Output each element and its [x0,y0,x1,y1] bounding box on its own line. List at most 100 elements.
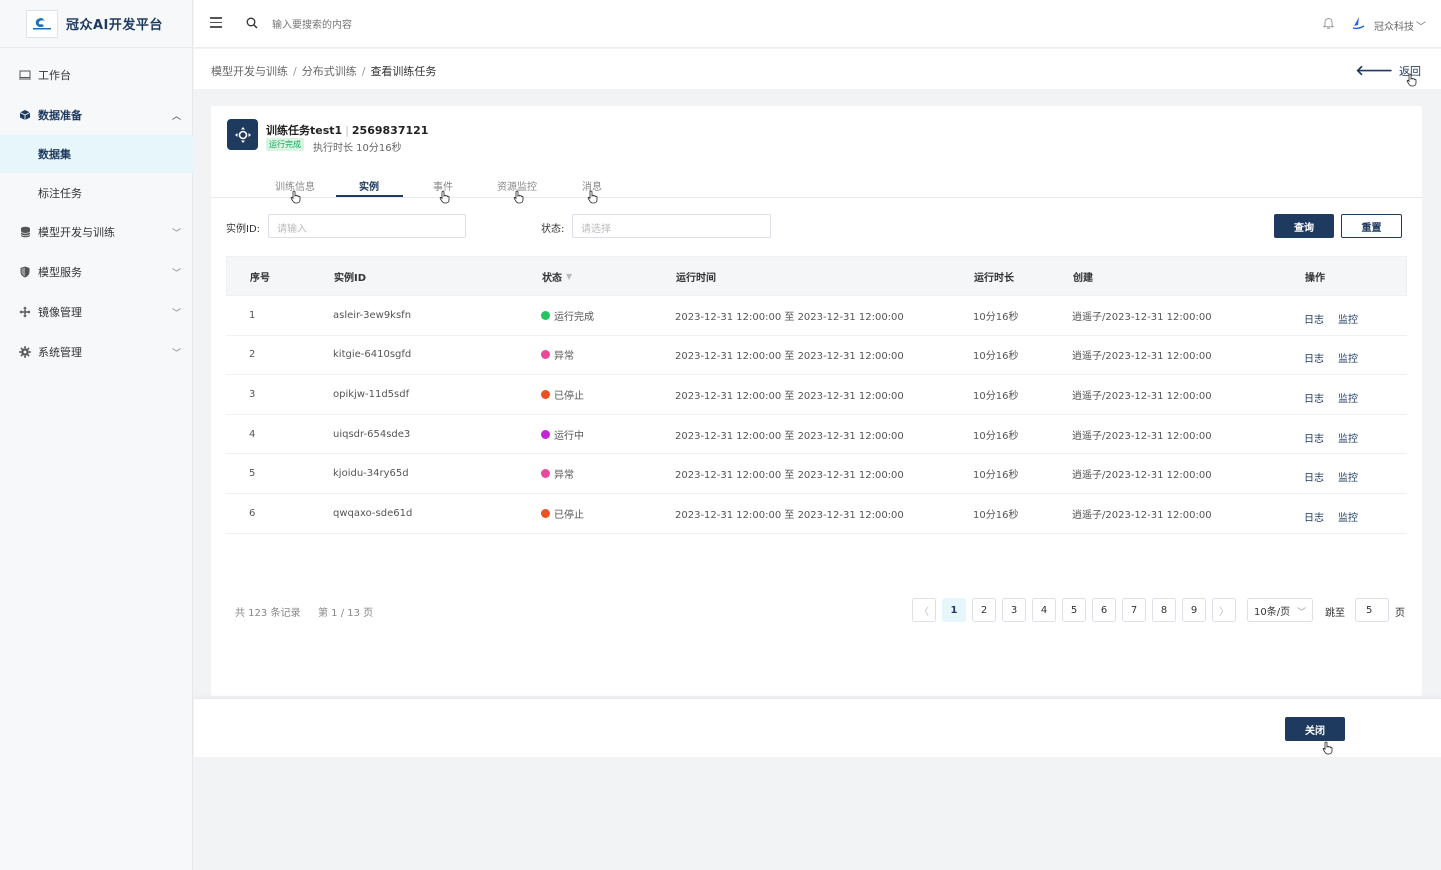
cell-no: 4 [249,428,256,440]
breadcrumb-item[interactable]: 分布式训练 [302,65,357,78]
tab-instances[interactable]: 实例 [359,178,379,193]
table-header: 序号 实例ID 状态 ▼ 运行时间 运行时长 创建 操作 [226,256,1407,296]
cell-status: 已停止 [541,506,675,521]
hand-cursor-icon [439,190,450,204]
log-link[interactable]: 日志 [1304,350,1324,365]
sidebar-item-label: 标注任务 [38,187,82,200]
page-button[interactable]: 2 [972,598,996,622]
breadcrumb-item[interactable]: 模型开发与训练 [211,65,288,78]
page-size-value: 10条/页 [1254,606,1291,618]
monitor-link[interactable]: 监控 [1338,350,1358,365]
monitor-link[interactable]: 监控 [1338,390,1358,405]
status-text: 异常 [554,351,574,363]
table-row: 1 asleir-3ew9ksfn 运行完成 2023-12-31 12:00:00 … [226,296,1407,336]
page-button[interactable]: 4 [1032,598,1056,622]
chevron-down-icon: ﹀ [171,229,181,239]
sidebar-item-workbench[interactable]: 工作台 [0,56,193,94]
chevron-up-icon: ︿ [171,112,181,122]
status-dot [541,508,550,518]
status-select[interactable]: 请选择 [572,214,771,238]
chevron-down-icon: ﹀ [1296,608,1306,618]
task-detail-panel: 训练任务test1 | 2569837121 运行完成 执行时长 10分16秒 训练… [211,106,1422,696]
chevron-down-icon: ﹀ [171,349,181,359]
sidebar-item-label: 数据准备 [38,109,82,122]
menu-toggle-icon[interactable] [210,17,222,29]
cell-run-time: 2023-12-31 12:00:00 至 2023-12-31 12:00:0… [675,509,904,521]
log-link[interactable]: 日志 [1304,430,1324,445]
page-button[interactable]: 3 [1002,598,1026,622]
sidebar-item-system[interactable]: 系统管理 ﹀ [0,333,193,371]
page-button[interactable]: 7 [1122,598,1146,622]
instance-id-input[interactable]: 请输入 [268,214,466,238]
cell-duration: 10分16秒 [973,470,1019,482]
cell-status: 异常 [541,347,675,362]
sidebar-item-data-prep[interactable]: 数据准备 ︿ [0,96,193,134]
sidebar: 冠众AI开发平台 工作台 数据准备 ︿ 数据集 标注任务 模型开发与训练 ﹀ 模… [0,0,193,870]
next-page-button[interactable]: 〉 [1212,598,1236,622]
search-input[interactable] [272,14,572,36]
table-row: 3 opikjw-11d5sdf 已停止 2023-12-31 12:00:00 至 … [226,375,1407,415]
cell-no: 3 [249,388,256,400]
monitor-link[interactable]: 监控 [1338,469,1358,484]
sidebar-item-label: 工作台 [38,69,71,82]
task-title: 训练任务test1 | 2569837121 [266,124,429,137]
user-menu[interactable]: 冠众科技 ﹀ [1374,18,1426,33]
cell-created: 逍遥子/2023-12-31 12:00:00 [1072,311,1212,323]
cell-status: 运行完成 [541,308,675,323]
status-text: 已停止 [554,390,584,402]
search-icon[interactable] [246,17,258,32]
col-header-time: 运行时间 [676,272,716,284]
col-header-id: 实例ID [334,272,367,284]
arrow-left-icon: 🡐 [1355,63,1393,79]
breadcrumb: 模型开发与训练 / 分布式训练 / 查看训练任务 [211,65,437,78]
bell-icon[interactable] [1322,17,1335,33]
page-button[interactable]: 5 [1062,598,1086,622]
cell-actions: 日志 监控 [1304,384,1407,405]
cell-no: 1 [249,309,256,321]
monitor-icon [18,68,32,82]
cell-created: 逍遥子/2023-12-31 12:00:00 [1072,430,1212,442]
col-header-created: 创建 [1073,272,1093,284]
monitor-link[interactable]: 监控 [1338,509,1358,524]
status-dot [541,310,550,320]
reset-button[interactable]: 重置 [1341,214,1402,238]
monitor-link[interactable]: 监控 [1338,311,1358,326]
instances-table: 序号 实例ID 状态 ▼ 运行时间 运行时长 创建 操作 1 asleir-3ew9… [226,256,1407,534]
company-logo-icon [1350,16,1366,35]
sidebar-item-image-mgmt[interactable]: 镜像管理 ﹀ [0,293,193,331]
cell-actions: 日志 监控 [1304,305,1407,326]
hand-cursor-icon [513,190,524,204]
sidebar-item-label: 系统管理 [38,346,82,359]
log-link[interactable]: 日志 [1304,311,1324,326]
task-id: 2569837121 [351,124,429,137]
cell-duration: 10分16秒 [973,509,1019,521]
sidebar-item-model-dev[interactable]: 模型开发与训练 ﹀ [0,213,193,251]
close-button[interactable]: 关闭 [1285,717,1345,741]
sidebar-item-annotation[interactable]: 标注任务 [0,174,193,212]
page-button[interactable]: 1 [942,598,966,622]
search-button[interactable]: 查询 [1274,214,1334,238]
col-header-status[interactable]: 状态 ▼ [542,269,676,284]
filter-icon[interactable]: ▼ [566,272,572,281]
sidebar-item-dataset[interactable]: 数据集 [0,135,193,173]
log-link[interactable]: 日志 [1304,509,1324,524]
sidebar-item-label: 模型服务 [38,266,82,279]
page-button[interactable]: 6 [1092,598,1116,622]
page-button[interactable]: 8 [1152,598,1176,622]
sidebar-item-model-service[interactable]: 模型服务 ﹀ [0,253,193,291]
cell-created: 逍遥子/2023-12-31 12:00:00 [1072,390,1212,402]
table-row: 4 uiqsdr-654sde3 运行中 2023-12-31 12:00:00 至 … [226,415,1407,455]
cell-actions: 日志 监控 [1304,503,1407,524]
page-size-select[interactable]: 10条/页 ﹀ [1247,598,1313,622]
jump-page-input[interactable]: 5 [1355,598,1389,622]
log-link[interactable]: 日志 [1304,390,1324,405]
page-button[interactable]: 9 [1182,598,1206,622]
sidebar-item-label: 镜像管理 [38,306,82,319]
log-link[interactable]: 日志 [1304,469,1324,484]
sidebar-item-label: 数据集 [38,148,71,161]
table-row: 5 kjoidu-34ry65d 异常 2023-12-31 12:00:00 至 2… [226,454,1407,494]
cell-instance-id: kitgie-6410sgfd [333,349,412,361]
monitor-link[interactable]: 监控 [1338,430,1358,445]
cell-instance-id: kjoidu-34ry65d [333,468,409,480]
prev-page-button[interactable]: 〈 [912,598,936,622]
